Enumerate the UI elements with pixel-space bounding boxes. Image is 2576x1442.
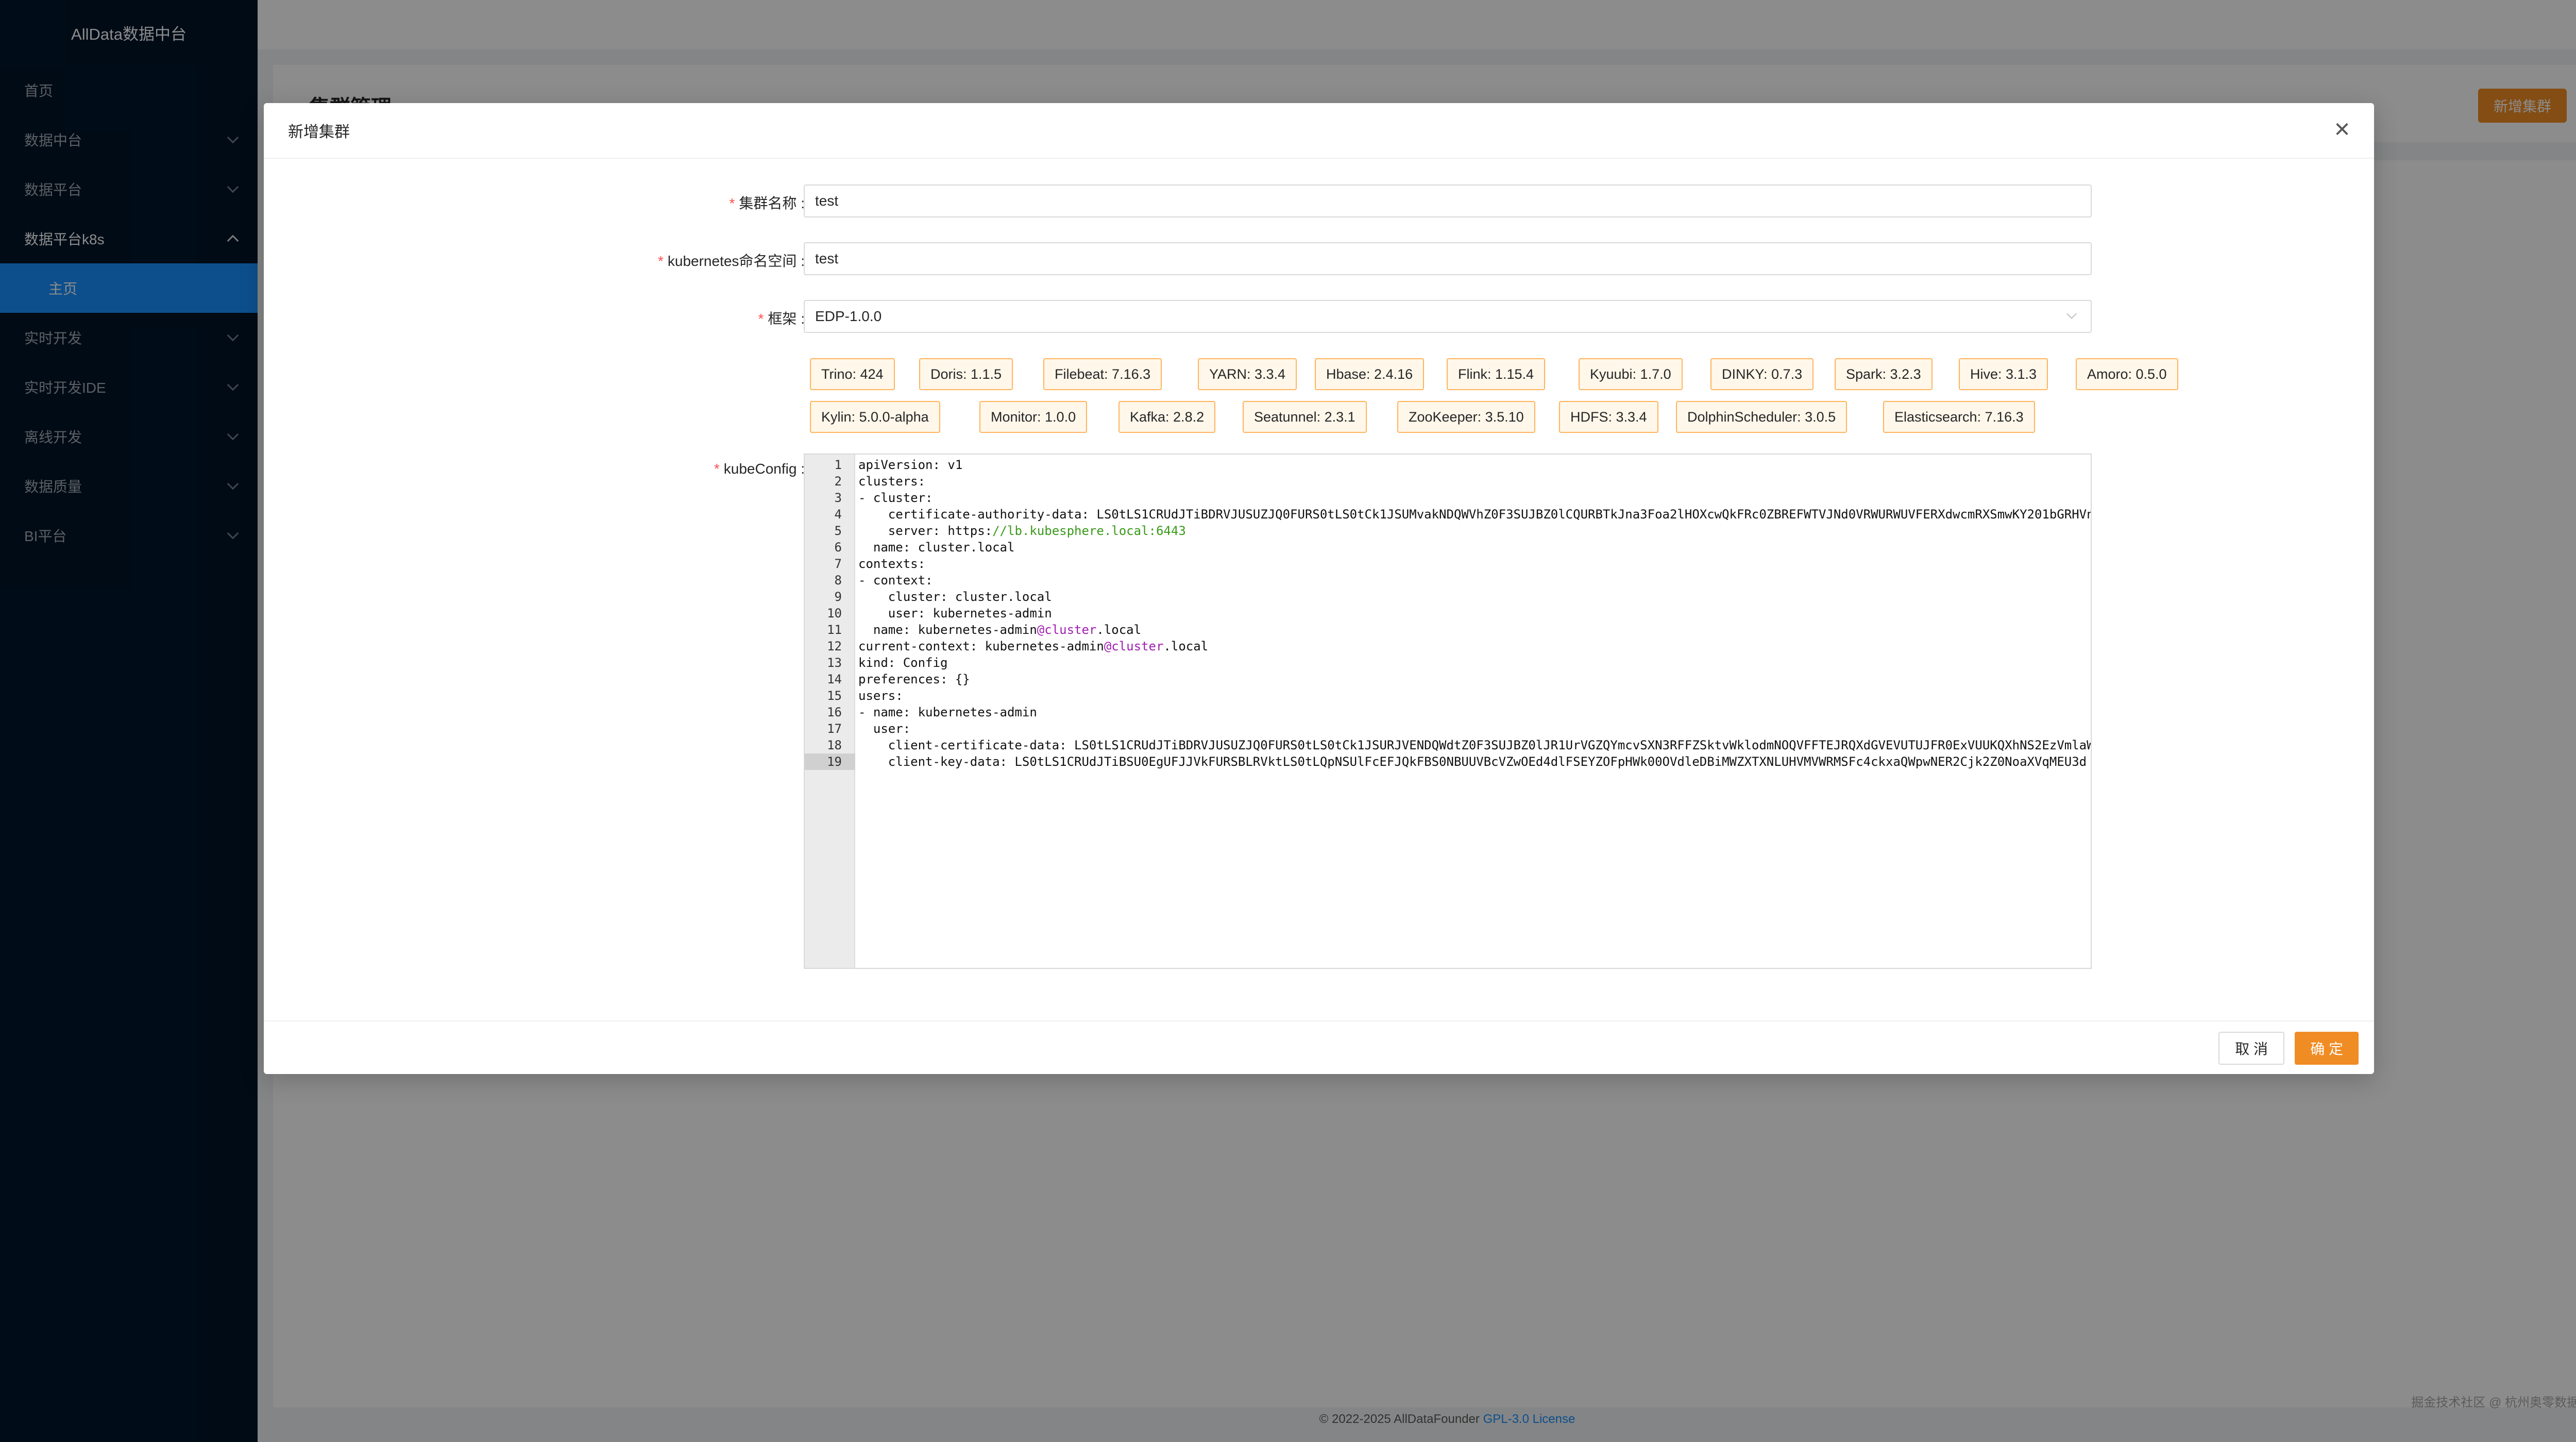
code-line: 5 server: https://lb.kubesphere.local:64… <box>805 523 2091 539</box>
line-number: 9 <box>834 590 842 604</box>
component-tag: Trino: 424 <box>810 358 895 390</box>
line-number: 5 <box>834 524 842 538</box>
line-number: 19 <box>805 753 855 770</box>
code-text: - context: <box>858 573 933 588</box>
line-number: 17 <box>827 722 842 736</box>
component-tag: Monitor: 1.0.0 <box>979 401 1088 433</box>
component-tag: Kylin: 5.0.0-alpha <box>810 401 940 433</box>
modal-header: 新增集群 <box>264 103 2374 159</box>
line-number: 10 <box>827 606 842 621</box>
code-line: 1 apiVersion: v1 <box>805 457 2091 473</box>
app-root: AllData数据中台 首页 数据中台 数据平台 数据平台k8s 主页 实时开发 实时开发I… <box>0 0 2576 1442</box>
required-asterisk: * <box>714 461 720 477</box>
code-line: 2 clusters: <box>805 473 2091 490</box>
component-tag: HDFS: 3.3.4 <box>1559 401 1658 433</box>
required-asterisk: * <box>758 311 764 327</box>
component-tag: YARN: 3.3.4 <box>1198 358 1297 390</box>
framework-select[interactable]: EDP-1.0.0 <box>804 300 2092 333</box>
line-number: 3 <box>834 491 842 505</box>
component-tag: Hive: 3.1.3 <box>1959 358 2048 390</box>
kubeconfig-editor[interactable]: 1 apiVersion: v1 2 clusters: 3- cluster: 4 ce… <box>804 454 2092 969</box>
code-text: client-certificate-data: LS0tLS1CRUdJTiB… <box>858 738 2092 752</box>
code-line: 7 contexts: <box>805 556 2091 572</box>
code-text: preferences: {} <box>858 672 970 686</box>
cluster-name-label: * 集群名称 : <box>729 195 805 211</box>
code-text: contexts: <box>858 557 926 571</box>
line-number: 11 <box>827 623 842 637</box>
line-number: 8 <box>834 573 842 588</box>
namespace-input[interactable]: test <box>804 242 2092 275</box>
component-tag: Spark: 3.2.3 <box>1835 358 1933 390</box>
modal-title: 新增集群 <box>288 124 350 141</box>
code-text: - cluster: <box>858 491 933 505</box>
required-asterisk: * <box>657 253 664 269</box>
code-text: - name: kubernetes-admin <box>858 705 1037 719</box>
code-line: 6 name: cluster.local <box>805 539 2091 556</box>
code-text: cluster: cluster.local <box>858 590 1052 604</box>
code-line: 4 certificate-authority-data: LS0tLS1CRU… <box>805 506 2091 523</box>
code-line: 3 - cluster: <box>805 490 2091 506</box>
namespace-label: * kubernetes命名空间 : <box>657 253 805 269</box>
kubeconfig-label: * kubeConfig : <box>714 461 805 477</box>
line-number: 6 <box>834 540 842 555</box>
line-number: 4 <box>834 507 842 522</box>
component-tag: Doris: 1.1.5 <box>919 358 1013 390</box>
component-tag: Kafka: 2.8.2 <box>1118 401 1216 433</box>
code-line: 17 user: <box>805 720 2091 737</box>
line-number: 13 <box>827 656 842 670</box>
code-line: 13 kind: Config <box>805 655 2091 671</box>
code-text: current-context: kubernetes-admin@cluste… <box>858 639 1209 653</box>
required-asterisk: * <box>729 195 735 211</box>
line-number: 7 <box>834 557 842 571</box>
component-tag: DINKY: 0.7.3 <box>1710 358 1814 390</box>
chevron-down-icon <box>2066 309 2077 319</box>
code-text: user: <box>858 722 911 736</box>
confirm-button[interactable]: 确 定 <box>2295 1032 2359 1065</box>
code-line: 19 client-key-data: LS0tLS1CRUdJTiBSU0Eg… <box>805 753 2091 770</box>
framework-label: * 框架 : <box>758 311 805 327</box>
line-number: 18 <box>827 738 842 752</box>
close-icon[interactable]: ✕ <box>2331 119 2353 141</box>
code-text: kind: Config <box>858 656 948 670</box>
component-tag: Hbase: 2.4.16 <box>1315 358 1425 390</box>
code-text: certificate-authority-data: LS0tLS1CRUdJ… <box>858 507 2092 522</box>
code-line: 9 cluster: cluster.local <box>805 589 2091 605</box>
code-text: name: kubernetes-admin@cluster.local <box>858 623 1142 637</box>
line-number: 14 <box>827 672 842 686</box>
code-text: apiVersion: v1 <box>858 458 963 472</box>
code-lines: 1 apiVersion: v1 2 clusters: 3- cluster: 4 ce… <box>805 457 2091 770</box>
line-number: 16 <box>827 705 842 719</box>
cancel-button[interactable]: 取 消 <box>2218 1032 2284 1065</box>
line-number: 15 <box>827 689 842 703</box>
code-line: 14 preferences: {} <box>805 671 2091 688</box>
code-line: 11 name: kubernetes-admin@cluster.local <box>805 622 2091 638</box>
code-line: 12 current-context: kubernetes-admin@clus… <box>805 638 2091 655</box>
component-tag: Flink: 1.15.4 <box>1447 358 1546 390</box>
component-tag: Kyuubi: 1.7.0 <box>1579 358 1683 390</box>
component-tag: DolphinScheduler: 3.0.5 <box>1676 401 1848 433</box>
code-text: server: https://lb.kubesphere.local:6443 <box>858 524 1186 538</box>
code-line: 15 users: <box>805 688 2091 704</box>
modal-footer: 取 消 确 定 <box>264 1020 2374 1074</box>
code-text: user: kubernetes-admin <box>858 606 1052 621</box>
add-cluster-modal: 新增集群 ✕ * 集群名称 : test * kubernetes命名空间 : te… <box>264 103 2374 1074</box>
line-number: 1 <box>834 458 842 472</box>
component-tag: ZooKeeper: 3.5.10 <box>1397 401 1535 433</box>
cluster-name-input[interactable]: test <box>804 185 2092 217</box>
line-number: 2 <box>834 474 842 489</box>
code-text: clusters: <box>858 474 926 489</box>
component-tag: Seatunnel: 2.3.1 <box>1243 401 1367 433</box>
component-tag: Filebeat: 7.16.3 <box>1043 358 1162 390</box>
line-number: 12 <box>827 639 842 653</box>
code-line: 16 - name: kubernetes-admin <box>805 704 2091 720</box>
code-line: 18 client-certificate-data: LS0tLS1CRUdJ… <box>805 737 2091 753</box>
component-tag: Amoro: 0.5.0 <box>2076 358 2178 390</box>
code-text: name: cluster.local <box>858 540 1015 555</box>
code-text: users: <box>858 689 903 703</box>
code-line: 10 user: kubernetes-admin <box>805 605 2091 622</box>
code-line: 8 - context: <box>805 572 2091 589</box>
code-text: client-key-data: LS0tLS1CRUdJTiBSU0EgUFJ… <box>858 754 2087 769</box>
component-tag: Elasticsearch: 7.16.3 <box>1883 401 2035 433</box>
